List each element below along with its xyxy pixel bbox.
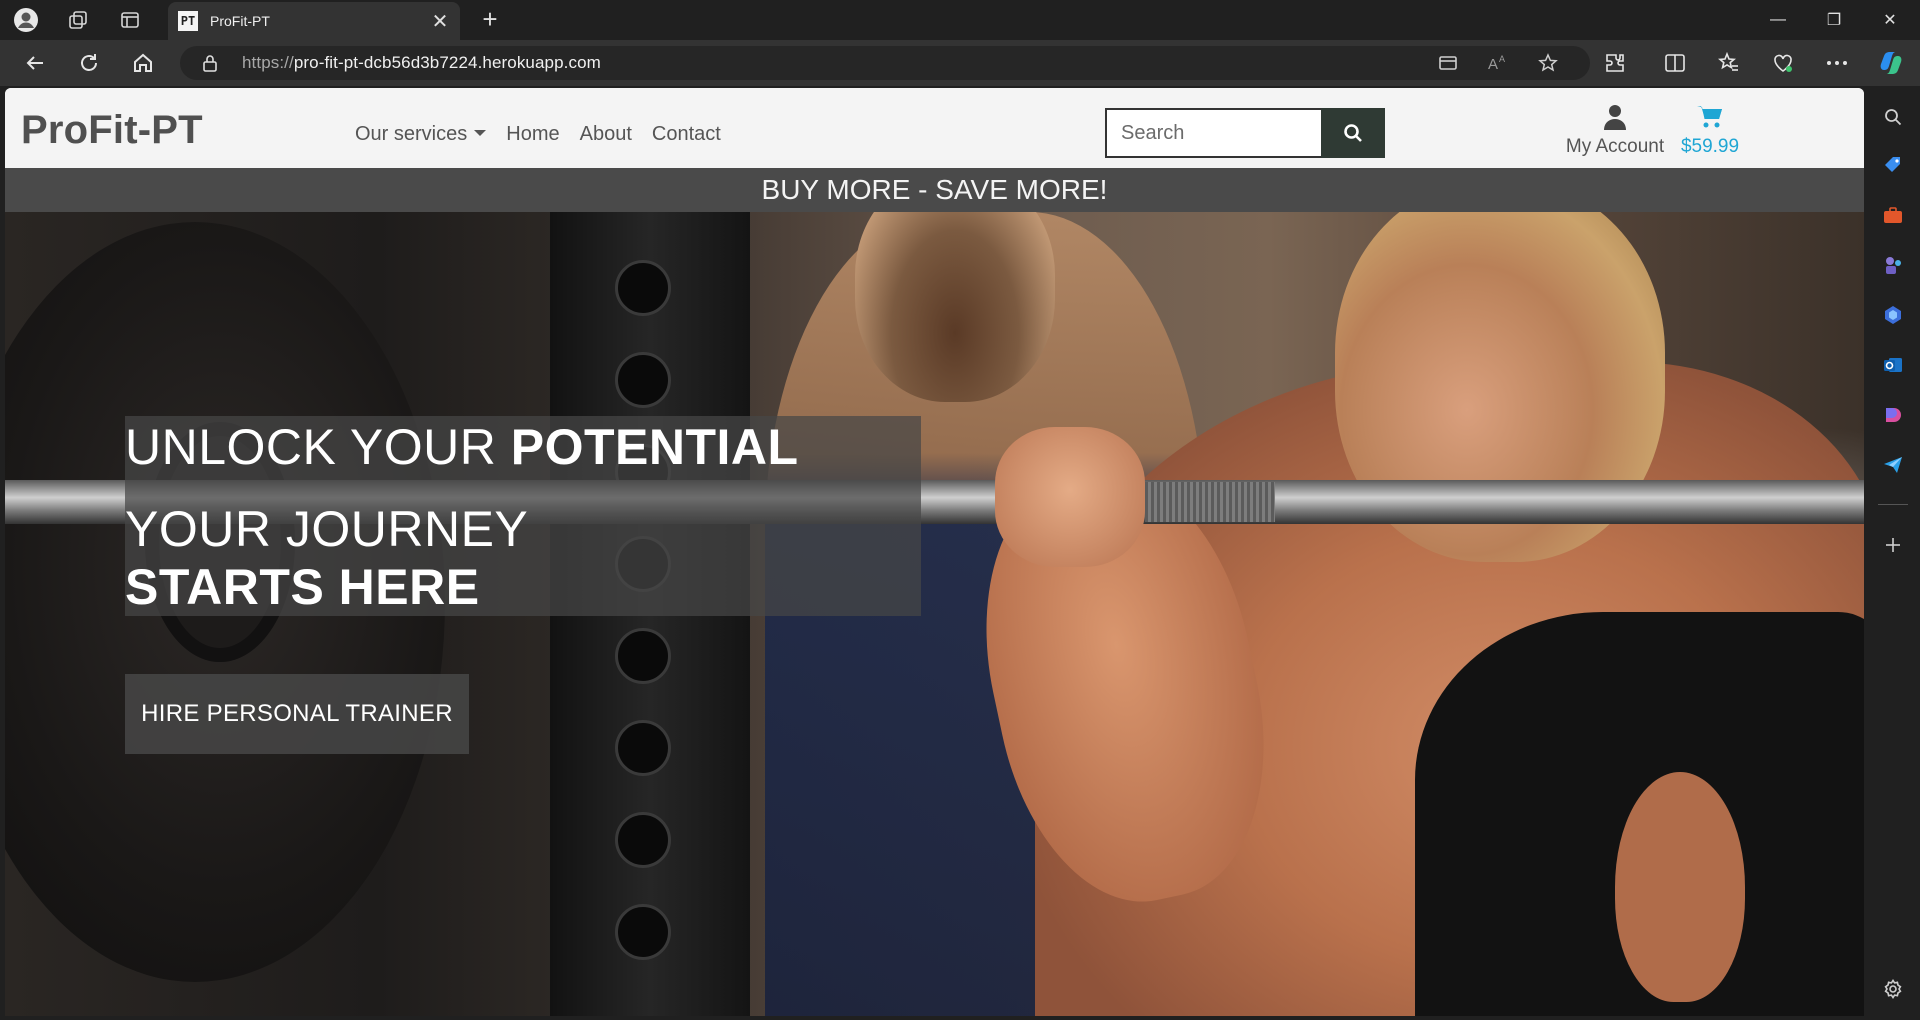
- shopping-tag-icon[interactable]: [1880, 152, 1906, 178]
- designer-icon[interactable]: [1880, 402, 1906, 428]
- profile-icon[interactable]: [12, 6, 40, 34]
- page-viewport: ProFit-PT Our services Home About Contac…: [5, 88, 1864, 1016]
- hero-headline-line2: YOUR JOURNEY: [125, 501, 529, 557]
- address-bar[interactable]: https://pro-fit-pt-dcb56d3b7224.herokuap…: [180, 46, 1590, 80]
- nav-our-services-label: Our services: [355, 123, 468, 145]
- browser-tab[interactable]: PT ProFit-PT ✕: [168, 2, 460, 40]
- read-aloud-icon[interactable]: AA: [1486, 51, 1510, 75]
- cart-total: $59.99: [1680, 136, 1740, 157]
- more-options-icon[interactable]: [1822, 48, 1852, 78]
- site-header: ProFit-PT Our services Home About Contac…: [5, 88, 1864, 168]
- hero-image-athlete-hand: [995, 427, 1145, 567]
- caret-down-icon: [474, 130, 487, 136]
- sidebar-settings-icon[interactable]: [1880, 976, 1906, 1002]
- hero-headline-line3: STARTS HERE: [125, 559, 480, 615]
- rack-hole: [615, 352, 671, 408]
- browser-titlebar: PT ProFit-PT ✕ + — ❐ ✕: [0, 0, 1920, 40]
- app-available-icon[interactable]: [1436, 51, 1460, 75]
- back-icon[interactable]: [20, 48, 50, 78]
- search-input[interactable]: [1105, 108, 1321, 158]
- search-icon: [1344, 124, 1362, 142]
- user-icon: [1604, 105, 1626, 130]
- hero-image-sports-top-cutout: [1615, 772, 1745, 1002]
- tools-icon[interactable]: [1880, 202, 1906, 228]
- refresh-icon[interactable]: [74, 48, 104, 78]
- restore-button[interactable]: ❐: [1806, 0, 1862, 40]
- nav-contact[interactable]: Contact: [652, 123, 721, 146]
- new-tab-button[interactable]: +: [476, 6, 504, 34]
- search-sidebar-icon[interactable]: [1880, 104, 1906, 130]
- main-nav: Our services Home About Contact: [355, 123, 721, 146]
- send-icon[interactable]: [1880, 452, 1906, 478]
- nav-home[interactable]: Home: [506, 123, 559, 146]
- hero-image-trainer-head: [855, 212, 1055, 402]
- copilot-icon[interactable]: [1876, 48, 1906, 78]
- rack-hole: [615, 720, 671, 776]
- workspaces-icon[interactable]: [64, 6, 92, 34]
- sidebar-divider: [1878, 504, 1908, 505]
- tab-favicon-icon: PT: [178, 11, 198, 31]
- close-window-button[interactable]: ✕: [1862, 0, 1918, 40]
- rack-hole: [615, 904, 671, 960]
- browser-toolbar: https://pro-fit-pt-dcb56d3b7224.herokuap…: [0, 40, 1920, 86]
- hero-headline-line1-light: UNLOCK YOUR: [125, 419, 511, 475]
- add-sidebar-app-icon[interactable]: [1880, 532, 1906, 558]
- rack-hole: [615, 628, 671, 684]
- hero-section: UNLOCK YOUR POTENTIAL YOUR JOURNEY START…: [5, 212, 1864, 1016]
- split-screen-icon[interactable]: [1660, 48, 1690, 78]
- nav-our-services[interactable]: Our services: [355, 123, 487, 146]
- promo-banner: BUY MORE - SAVE MORE!: [5, 168, 1864, 212]
- outlook-icon[interactable]: [1880, 352, 1906, 378]
- search-button[interactable]: [1321, 108, 1385, 158]
- favorites-icon[interactable]: [1714, 48, 1744, 78]
- extensions-icon[interactable]: [1600, 48, 1630, 78]
- browser-sidebar: [1866, 86, 1920, 1020]
- games-icon[interactable]: [1880, 252, 1906, 278]
- home-icon[interactable]: [128, 48, 158, 78]
- nav-about[interactable]: About: [580, 123, 632, 146]
- search-form: [1105, 108, 1391, 158]
- hero-image-barbell-knurling: [1145, 482, 1275, 522]
- hire-personal-trainer-button[interactable]: HIRE PERSONAL TRAINER: [125, 674, 469, 754]
- url-scheme: https://: [242, 53, 294, 72]
- svg-text:A: A: [1499, 54, 1505, 64]
- favorite-star-icon[interactable]: [1536, 51, 1560, 75]
- tab-title: ProFit-PT: [210, 13, 270, 29]
- lock-icon[interactable]: [202, 54, 218, 72]
- browser-essentials-icon[interactable]: [1768, 48, 1798, 78]
- svg-text:A: A: [1488, 56, 1498, 72]
- tab-close-icon[interactable]: ✕: [426, 9, 454, 34]
- rack-hole: [615, 260, 671, 316]
- url-text[interactable]: https://pro-fit-pt-dcb56d3b7224.herokuap…: [242, 53, 601, 73]
- shopping-cart-icon: [1697, 106, 1722, 128]
- hero-headline-line1-bold: POTENTIAL: [510, 419, 799, 475]
- minimize-button[interactable]: —: [1750, 0, 1806, 40]
- rack-hole: [615, 812, 671, 868]
- url-host: pro-fit-pt-dcb56d3b7224.herokuapp.com: [293, 53, 601, 72]
- cart-link[interactable]: $59.99: [1660, 104, 1760, 158]
- microsoft-365-icon[interactable]: [1880, 302, 1906, 328]
- hero-headline-line1: UNLOCK YOUR POTENTIAL: [125, 418, 799, 476]
- site-logo[interactable]: ProFit-PT: [21, 108, 203, 153]
- vertical-tabs-icon[interactable]: [116, 6, 144, 34]
